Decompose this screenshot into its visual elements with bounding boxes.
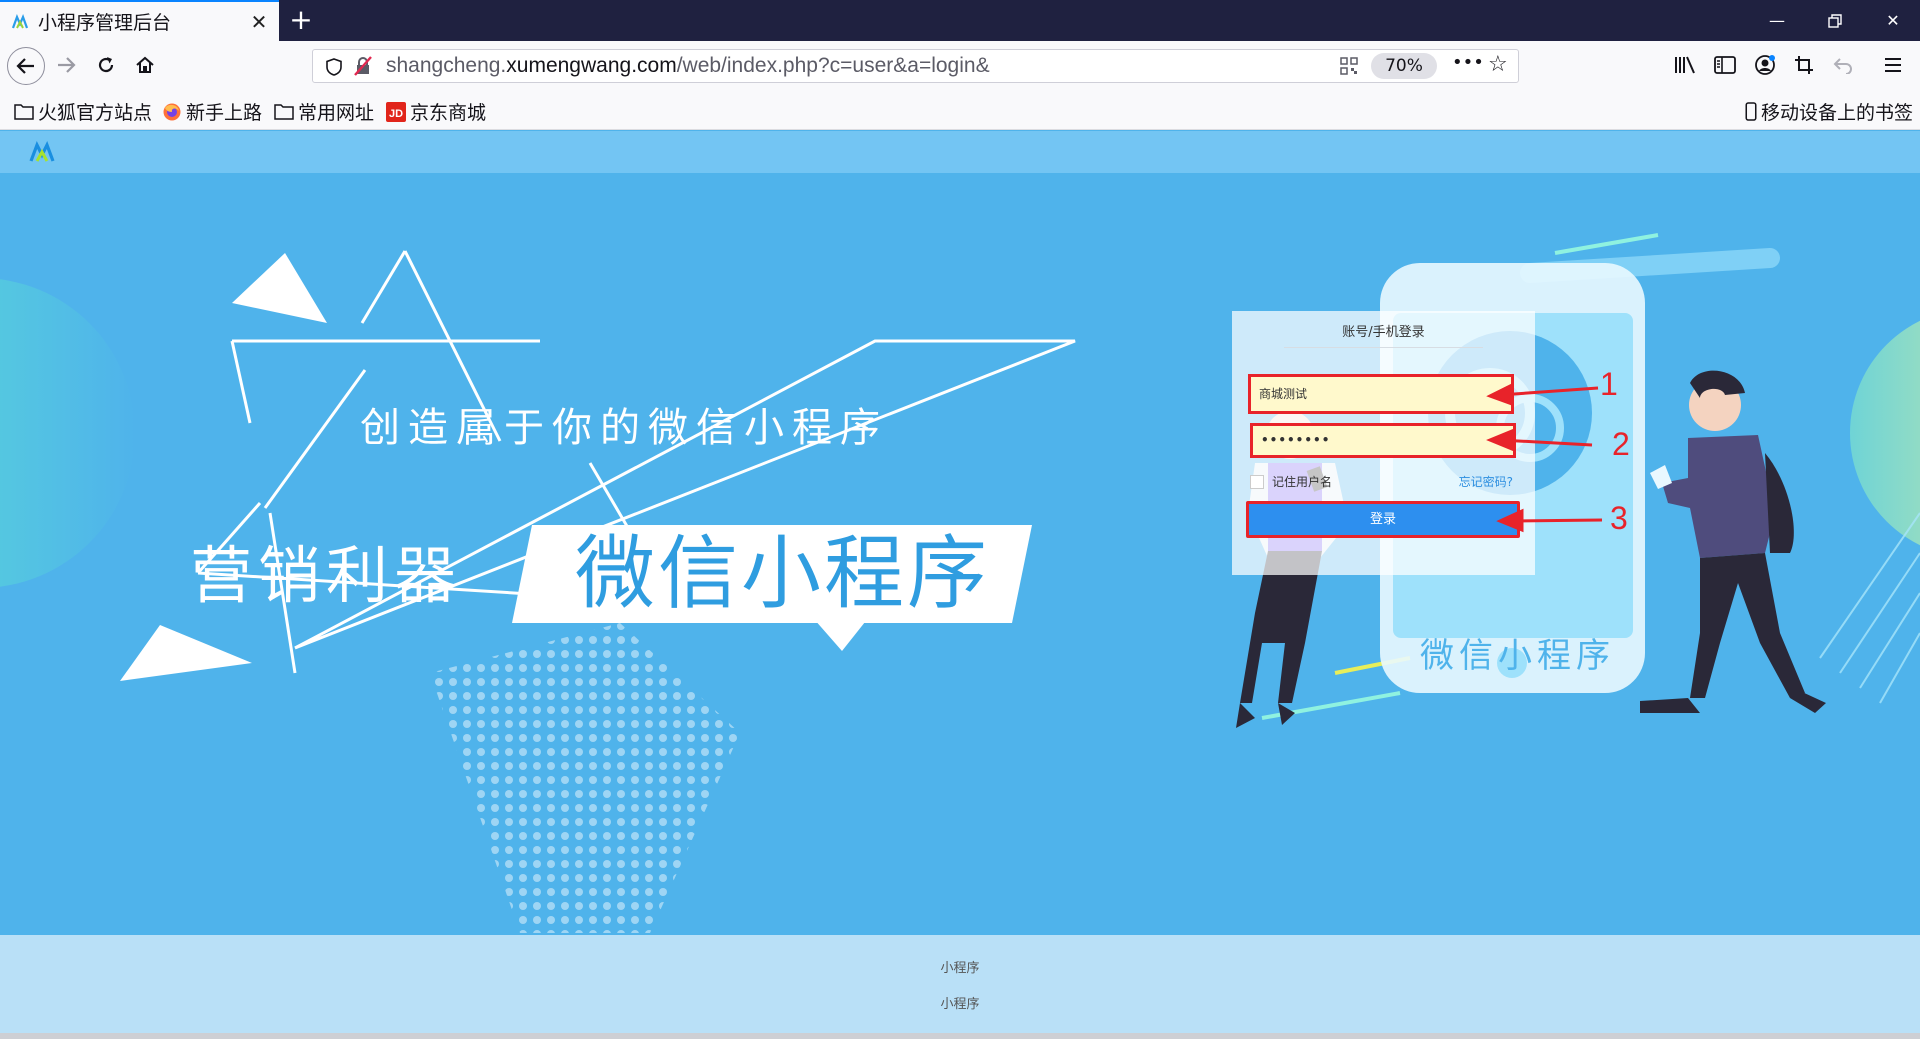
annotation-number: 1	[1600, 366, 1618, 402]
annotation-number: 3	[1610, 500, 1628, 536]
footer-line-2: 小程序	[940, 997, 980, 1012]
annotation-number: 2	[1612, 426, 1630, 462]
site-footer: 小程序 小程序	[0, 935, 1920, 1033]
page: 小程序管理后台 ✕ + — ✕ shangcheng.xumengwang.co…	[0, 0, 1920, 1039]
bottom-strip	[0, 1033, 1920, 1039]
footer-line-1: 小程序	[940, 961, 980, 976]
annotation-arrows	[1486, 382, 1603, 533]
